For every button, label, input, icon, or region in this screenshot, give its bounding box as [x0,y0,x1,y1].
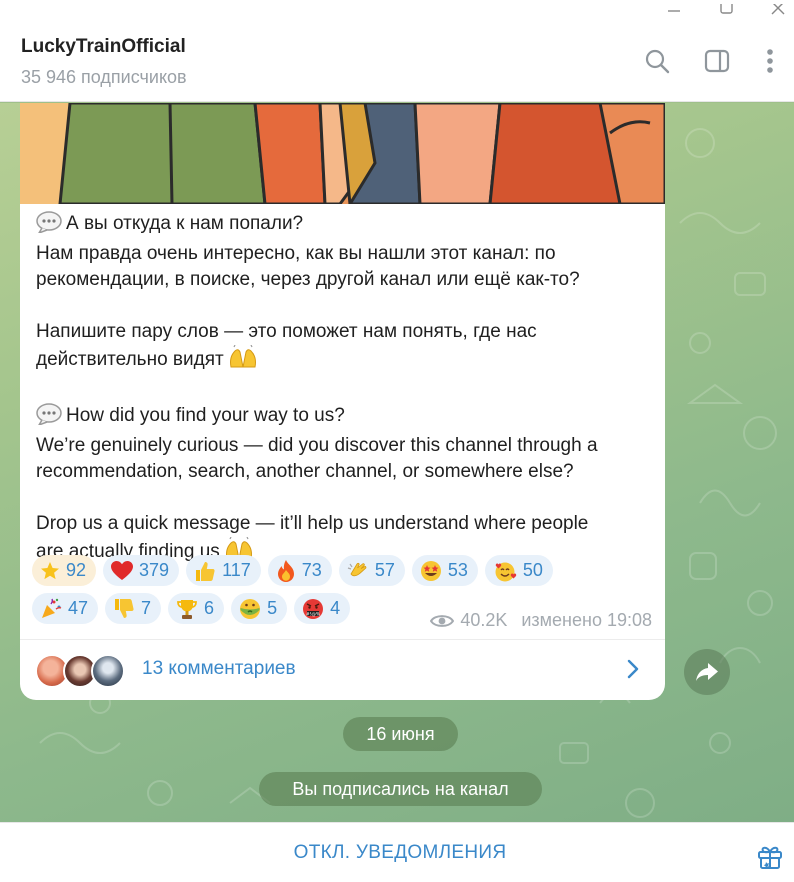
reaction-heart[interactable]: 379 [103,555,180,586]
ru-text-line: рекомендации, в поиске, через другой кан… [36,269,580,290]
svg-text:#!@%: #!@% [306,611,321,617]
channel-title[interactable]: LuckyTrainOfficial [21,36,186,58]
post-text: А вы откуда к нам попали? Нам правда оче… [36,211,656,569]
chat-header: LuckyTrainOfficial 35 946 подписчиков [0,22,794,102]
chat-background[interactable]: А вы откуда к нам попали? Нам правда оче… [0,103,794,822]
party-popper-icon [40,598,62,620]
close-button[interactable] [756,0,794,22]
more-menu-button[interactable] [753,44,787,78]
bottom-bar: ОТКЛ. УВЕДОМЛЕНИЯ [0,822,794,882]
ru-text-line: Нам правда очень интересно, как вы нашли… [36,243,556,264]
reactions-row: 92 379 117 73 57 53 50 [32,555,632,586]
reaction-count: 7 [141,598,152,618]
raising-hands-icon [228,344,258,377]
reaction-count: 47 [68,598,89,618]
en-text-line: We’re genuinely curious — did you discov… [36,435,598,456]
reaction-nauseated[interactable]: 5 [231,593,288,624]
reaction-hearts-face[interactable]: 50 [484,555,553,586]
reaction-count: 5 [267,598,278,618]
maximize-icon [720,4,733,14]
nauseated-face-icon [239,598,261,620]
search-icon [645,49,670,74]
date-separator: 16 июня [343,717,458,751]
thumbs-up-icon [194,560,216,582]
subscribed-notice: Вы подписались на канал [259,772,542,806]
trophy-icon [176,598,198,620]
search-button[interactable] [640,44,674,78]
reaction-count: 117 [222,560,251,580]
cartoon-illustration [20,103,665,204]
reaction-count: 73 [301,560,322,580]
post-meta: 40.2K изменено 19:08 [430,610,652,631]
reaction-count: 53 [447,560,468,580]
en-text-line: Drop us a quick message — it’ll help us … [36,513,589,534]
reaction-thumbs-up[interactable]: 117 [186,555,261,586]
reaction-fire[interactable]: 73 [267,555,332,586]
reaction-count: 379 [139,560,170,580]
channel-post: А вы откуда к нам попали? Нам правда оче… [20,103,665,700]
reaction-count: 4 [330,598,341,618]
post-image[interactable] [20,103,665,204]
fire-icon [276,559,296,582]
more-vertical-icon [767,49,773,73]
commenter-avatars [35,654,127,688]
reaction-thumbs-down[interactable]: 7 [105,593,162,624]
avatar [91,654,125,688]
smiling-face-with-hearts-icon [493,560,517,582]
side-panel-icon [704,49,730,73]
swearing-face-icon: #!@% [302,598,324,620]
close-icon [771,4,785,15]
maximize-button[interactable] [704,0,748,22]
minimize-button[interactable] [652,0,696,22]
ru-text-line: действительно видят [36,349,224,370]
reaction-count: 50 [522,560,543,580]
reaction-star[interactable]: 92 [32,555,97,586]
reaction-star-struck[interactable]: 53 [411,555,478,586]
window-titlebar [0,0,794,22]
ru-text-line: Напишите пару слов — это поможет нам пон… [36,321,537,342]
thumbs-down-icon [113,598,135,620]
reaction-count: 57 [374,560,395,580]
comments-link[interactable]: 13 комментариев [142,658,296,680]
reaction-swearing[interactable]: #!@% 4 [294,593,351,624]
side-panel-button[interactable] [700,44,734,78]
gift-icon[interactable] [756,842,784,875]
share-arrow-icon [696,663,718,681]
reaction-clap[interactable]: 57 [338,555,405,586]
minimize-icon [668,10,680,12]
edited-timestamp: изменено 19:08 [521,610,652,630]
view-count: 40.2K [460,610,508,630]
reaction-count: 6 [204,598,215,618]
star-icon [40,561,60,581]
comments-bar[interactable]: 13 комментариев [20,639,665,700]
ru-question: А вы откуда к нам попали? [66,213,304,234]
reaction-party[interactable]: 47 [32,593,99,624]
eye-icon [430,613,455,629]
reaction-trophy[interactable]: 6 [168,593,225,624]
subscriber-count: 35 946 подписчиков [21,67,187,87]
en-question: How did you find your way to us? [66,405,345,426]
en-text-line: recommendation, search, another channel,… [36,461,574,482]
speech-balloon-icon [36,211,62,241]
share-button[interactable] [684,649,730,695]
mute-notifications-button[interactable]: ОТКЛ. УВЕДОМЛЕНИЯ [0,823,794,882]
speech-balloon-icon [36,403,62,433]
chevron-right-icon [626,658,640,685]
reaction-count: 92 [66,560,87,580]
clapping-hands-icon [347,560,369,582]
star-struck-face-icon [420,560,442,582]
red-heart-icon [111,560,134,581]
